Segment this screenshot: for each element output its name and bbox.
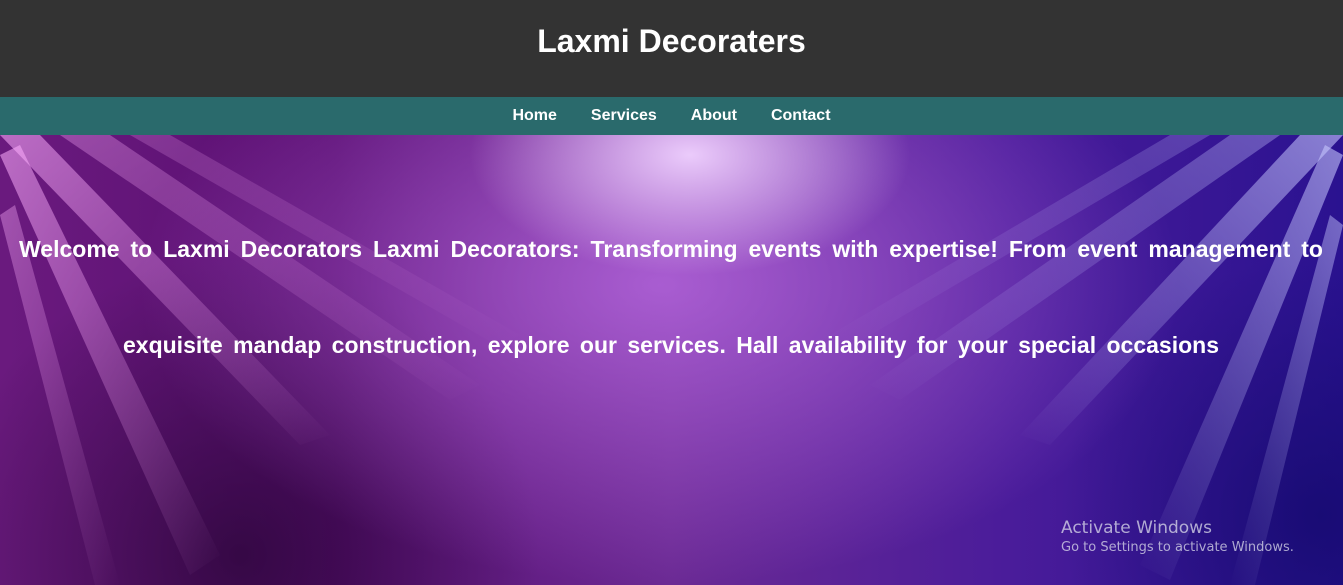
nav-link-services[interactable]: Services	[591, 107, 657, 125]
site-title: Laxmi Decoraters	[537, 23, 806, 59]
site-header: Laxmi Decoraters	[0, 0, 1343, 97]
watermark-title: Activate Windows	[1061, 518, 1212, 538]
watermark-subtitle: Go to Settings to activate Windows.	[1061, 540, 1294, 555]
nav-link-contact[interactable]: Contact	[771, 107, 831, 125]
nav-link-about[interactable]: About	[691, 107, 737, 125]
nav-bar: Home Services About Contact	[0, 97, 1343, 135]
nav-link-home[interactable]: Home	[512, 107, 556, 125]
hero-welcome-text: Welcome to Laxmi Decorators Laxmi Decora…	[19, 236, 1323, 358]
activate-windows-watermark: Activate Windows Go to Settings to activ…	[1061, 518, 1294, 558]
